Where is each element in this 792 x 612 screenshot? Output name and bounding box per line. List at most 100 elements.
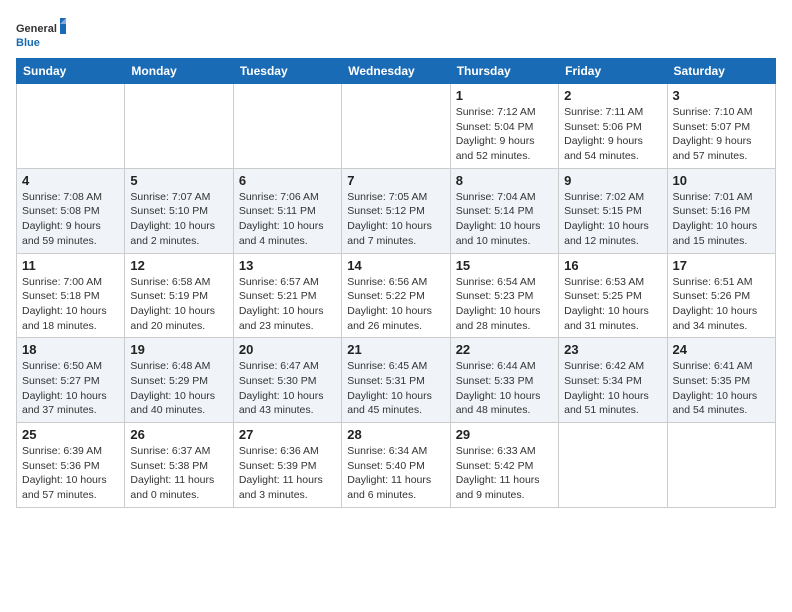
day-detail: Sunrise: 6:57 AMSunset: 5:21 PMDaylight:… — [239, 275, 336, 334]
day-number: 10 — [673, 173, 770, 188]
weekday-header-friday: Friday — [559, 59, 667, 84]
weekday-header-monday: Monday — [125, 59, 233, 84]
calendar-cell: 26 Sunrise: 6:37 AMSunset: 5:38 PMDayligh… — [125, 423, 233, 508]
calendar-cell: 24 Sunrise: 6:41 AMSunset: 5:35 PMDayligh… — [667, 338, 775, 423]
day-number: 16 — [564, 258, 661, 273]
day-number: 9 — [564, 173, 661, 188]
day-number: 23 — [564, 342, 661, 357]
day-number: 19 — [130, 342, 227, 357]
day-detail: Sunrise: 7:11 AMSunset: 5:06 PMDaylight:… — [564, 105, 661, 164]
calendar-cell: 6 Sunrise: 7:06 AMSunset: 5:11 PMDaylight… — [233, 168, 341, 253]
week-row-1: 1 Sunrise: 7:12 AMSunset: 5:04 PMDaylight… — [17, 84, 776, 169]
calendar-cell: 27 Sunrise: 6:36 AMSunset: 5:39 PMDayligh… — [233, 423, 341, 508]
day-detail: Sunrise: 7:05 AMSunset: 5:12 PMDaylight:… — [347, 190, 444, 249]
day-detail: Sunrise: 6:48 AMSunset: 5:29 PMDaylight:… — [130, 359, 227, 418]
calendar-cell: 19 Sunrise: 6:48 AMSunset: 5:29 PMDayligh… — [125, 338, 233, 423]
day-number: 6 — [239, 173, 336, 188]
day-detail: Sunrise: 7:10 AMSunset: 5:07 PMDaylight:… — [673, 105, 770, 164]
calendar-table: SundayMondayTuesdayWednesdayThursdayFrid… — [16, 58, 776, 508]
calendar-cell: 11 Sunrise: 7:00 AMSunset: 5:18 PMDayligh… — [17, 253, 125, 338]
calendar-cell: 4 Sunrise: 7:08 AMSunset: 5:08 PMDaylight… — [17, 168, 125, 253]
week-row-4: 18 Sunrise: 6:50 AMSunset: 5:27 PMDayligh… — [17, 338, 776, 423]
calendar-cell: 29 Sunrise: 6:33 AMSunset: 5:42 PMDayligh… — [450, 423, 558, 508]
calendar-cell — [559, 423, 667, 508]
day-detail: Sunrise: 6:50 AMSunset: 5:27 PMDaylight:… — [22, 359, 119, 418]
day-detail: Sunrise: 6:36 AMSunset: 5:39 PMDaylight:… — [239, 444, 336, 503]
weekday-header-thursday: Thursday — [450, 59, 558, 84]
day-detail: Sunrise: 6:58 AMSunset: 5:19 PMDaylight:… — [130, 275, 227, 334]
svg-text:General: General — [16, 23, 57, 35]
day-number: 2 — [564, 88, 661, 103]
day-number: 29 — [456, 427, 553, 442]
calendar-cell: 10 Sunrise: 7:01 AMSunset: 5:16 PMDayligh… — [667, 168, 775, 253]
calendar-cell: 2 Sunrise: 7:11 AMSunset: 5:06 PMDaylight… — [559, 84, 667, 169]
calendar-cell: 14 Sunrise: 6:56 AMSunset: 5:22 PMDayligh… — [342, 253, 450, 338]
day-detail: Sunrise: 6:37 AMSunset: 5:38 PMDaylight:… — [130, 444, 227, 503]
day-number: 25 — [22, 427, 119, 442]
day-detail: Sunrise: 6:41 AMSunset: 5:35 PMDaylight:… — [673, 359, 770, 418]
day-detail: Sunrise: 7:08 AMSunset: 5:08 PMDaylight:… — [22, 190, 119, 249]
day-number: 14 — [347, 258, 444, 273]
day-detail: Sunrise: 6:54 AMSunset: 5:23 PMDaylight:… — [456, 275, 553, 334]
day-number: 12 — [130, 258, 227, 273]
calendar-cell — [125, 84, 233, 169]
day-detail: Sunrise: 7:06 AMSunset: 5:11 PMDaylight:… — [239, 190, 336, 249]
day-number: 15 — [456, 258, 553, 273]
day-detail: Sunrise: 6:44 AMSunset: 5:33 PMDaylight:… — [456, 359, 553, 418]
day-detail: Sunrise: 7:12 AMSunset: 5:04 PMDaylight:… — [456, 105, 553, 164]
day-detail: Sunrise: 6:39 AMSunset: 5:36 PMDaylight:… — [22, 444, 119, 503]
day-number: 26 — [130, 427, 227, 442]
day-detail: Sunrise: 6:47 AMSunset: 5:30 PMDaylight:… — [239, 359, 336, 418]
day-detail: Sunrise: 7:04 AMSunset: 5:14 PMDaylight:… — [456, 190, 553, 249]
weekday-header-row: SundayMondayTuesdayWednesdayThursdayFrid… — [17, 59, 776, 84]
day-detail: Sunrise: 6:56 AMSunset: 5:22 PMDaylight:… — [347, 275, 444, 334]
day-detail: Sunrise: 6:51 AMSunset: 5:26 PMDaylight:… — [673, 275, 770, 334]
calendar-cell — [233, 84, 341, 169]
weekday-header-tuesday: Tuesday — [233, 59, 341, 84]
calendar-cell: 15 Sunrise: 6:54 AMSunset: 5:23 PMDayligh… — [450, 253, 558, 338]
svg-text:Blue: Blue — [16, 37, 40, 49]
day-detail: Sunrise: 6:34 AMSunset: 5:40 PMDaylight:… — [347, 444, 444, 503]
day-number: 24 — [673, 342, 770, 357]
calendar-cell: 16 Sunrise: 6:53 AMSunset: 5:25 PMDayligh… — [559, 253, 667, 338]
day-number: 5 — [130, 173, 227, 188]
day-number: 27 — [239, 427, 336, 442]
logo: General Blue — [16, 16, 66, 52]
day-number: 13 — [239, 258, 336, 273]
day-number: 28 — [347, 427, 444, 442]
day-number: 21 — [347, 342, 444, 357]
calendar-cell: 20Sunrise: 6:47 AMSunset: 5:30 PMDayligh… — [233, 338, 341, 423]
calendar-cell: 28 Sunrise: 6:34 AMSunset: 5:40 PMDayligh… — [342, 423, 450, 508]
day-number: 8 — [456, 173, 553, 188]
calendar-cell — [342, 84, 450, 169]
calendar-cell: 1 Sunrise: 7:12 AMSunset: 5:04 PMDaylight… — [450, 84, 558, 169]
calendar-cell: 5 Sunrise: 7:07 AMSunset: 5:10 PMDaylight… — [125, 168, 233, 253]
calendar-cell: 17 Sunrise: 6:51 AMSunset: 5:26 PMDayligh… — [667, 253, 775, 338]
day-number: 17 — [673, 258, 770, 273]
day-detail: Sunrise: 6:53 AMSunset: 5:25 PMDaylight:… — [564, 275, 661, 334]
calendar-cell: 25 Sunrise: 6:39 AMSunset: 5:36 PMDayligh… — [17, 423, 125, 508]
calendar-cell: 8 Sunrise: 7:04 AMSunset: 5:14 PMDaylight… — [450, 168, 558, 253]
day-detail: Sunrise: 7:01 AMSunset: 5:16 PMDaylight:… — [673, 190, 770, 249]
header: General Blue — [16, 16, 776, 52]
logo-svg: General Blue — [16, 16, 66, 52]
calendar-cell: 23 Sunrise: 6:42 AMSunset: 5:34 PMDayligh… — [559, 338, 667, 423]
calendar-cell: 9 Sunrise: 7:02 AMSunset: 5:15 PMDaylight… — [559, 168, 667, 253]
calendar-cell: 18 Sunrise: 6:50 AMSunset: 5:27 PMDayligh… — [17, 338, 125, 423]
day-number: 4 — [22, 173, 119, 188]
day-detail: Sunrise: 6:42 AMSunset: 5:34 PMDaylight:… — [564, 359, 661, 418]
weekday-header-sunday: Sunday — [17, 59, 125, 84]
day-number: 11 — [22, 258, 119, 273]
day-detail: Sunrise: 6:33 AMSunset: 5:42 PMDaylight:… — [456, 444, 553, 503]
day-detail: Sunrise: 7:02 AMSunset: 5:15 PMDaylight:… — [564, 190, 661, 249]
day-number: 1 — [456, 88, 553, 103]
week-row-3: 11 Sunrise: 7:00 AMSunset: 5:18 PMDayligh… — [17, 253, 776, 338]
weekday-header-wednesday: Wednesday — [342, 59, 450, 84]
calendar-cell: 3 Sunrise: 7:10 AMSunset: 5:07 PMDaylight… — [667, 84, 775, 169]
day-detail: Sunrise: 6:45 AMSunset: 5:31 PMDaylight:… — [347, 359, 444, 418]
calendar-cell — [667, 423, 775, 508]
day-detail: Sunrise: 7:07 AMSunset: 5:10 PMDaylight:… — [130, 190, 227, 249]
day-number: 3 — [673, 88, 770, 103]
day-number: 18 — [22, 342, 119, 357]
day-detail: Sunrise: 7:00 AMSunset: 5:18 PMDaylight:… — [22, 275, 119, 334]
